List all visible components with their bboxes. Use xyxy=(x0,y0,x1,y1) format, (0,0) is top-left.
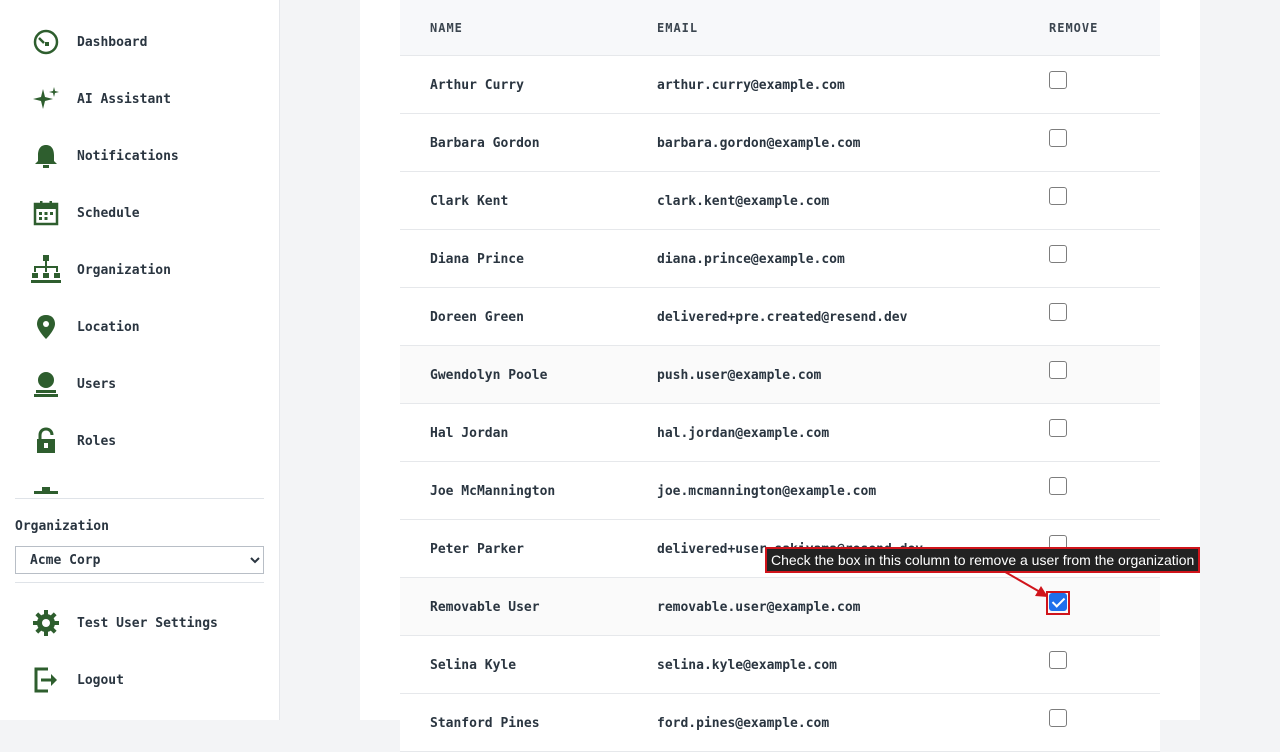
table-row: Selina Kyle selina.kyle@example.com xyxy=(400,636,1160,694)
lock-icon xyxy=(30,425,62,457)
user-name: Joe McMannington xyxy=(430,484,556,499)
sidebar-item-ai-assistant[interactable]: AI Assistant xyxy=(30,79,171,119)
sidebar-item-label: Logout xyxy=(77,672,124,688)
user-name: Selina Kyle xyxy=(430,658,517,673)
dashboard-icon xyxy=(30,26,62,58)
user-email: arthur.curry@example.com xyxy=(657,78,845,93)
remove-checkbox[interactable] xyxy=(1049,71,1067,89)
bell-icon xyxy=(30,140,62,172)
remove-checkbox[interactable] xyxy=(1049,709,1067,727)
user-email: ford.pines@example.com xyxy=(657,716,830,731)
user-name: Barbara Gordon xyxy=(430,136,540,151)
sidebar-item-label: AI Assistant xyxy=(77,91,171,107)
user-name: Doreen Green xyxy=(430,310,524,325)
calendar-icon xyxy=(30,197,62,229)
partial-nav-icon xyxy=(34,486,58,494)
remove-checkbox[interactable] xyxy=(1049,245,1067,263)
divider xyxy=(15,582,264,583)
remove-checkbox[interactable] xyxy=(1049,129,1067,147)
sidebar: Dashboard AI Assistant Notifications Sch… xyxy=(0,0,280,720)
user-email: hal.jordan@example.com xyxy=(657,426,830,441)
gear-icon xyxy=(30,607,62,639)
sidebar-item-location[interactable]: Location xyxy=(30,307,140,347)
sidebar-item-label: Test User Settings xyxy=(77,615,218,631)
user-email: removable.user@example.com xyxy=(657,600,861,615)
organization-label: Organization xyxy=(15,519,109,534)
sidebar-item-roles[interactable]: Roles xyxy=(30,421,116,461)
table-row: Arthur Curry arthur.curry@example.com xyxy=(400,56,1160,114)
sidebar-item-dashboard[interactable]: Dashboard xyxy=(30,22,147,62)
sidebar-item-label: Notifications xyxy=(77,148,179,164)
remove-checkbox[interactable] xyxy=(1049,303,1067,321)
user-name: Clark Kent xyxy=(430,194,509,209)
sidebar-item-label: Users xyxy=(77,376,117,392)
table-row: Barbara Gordon barbara.gordon@example.co… xyxy=(400,114,1160,172)
user-icon xyxy=(30,368,62,400)
table-row: Hal Jordan hal.jordan@example.com xyxy=(400,404,1160,462)
sidebar-item-label: Organization xyxy=(77,262,171,278)
annotation-highlight-box xyxy=(1046,591,1070,615)
table-row: Diana Prince diana.prince@example.com xyxy=(400,230,1160,288)
column-header-name: NAME xyxy=(430,21,463,35)
user-name: Arthur Curry xyxy=(430,78,524,93)
user-name: Diana Prince xyxy=(430,252,524,267)
sparkle-icon xyxy=(30,83,62,115)
sidebar-item-label: Roles xyxy=(77,433,117,449)
user-name: Gwendolyn Poole xyxy=(430,368,548,383)
sidebar-item-users[interactable]: Users xyxy=(30,364,116,404)
user-email: selina.kyle@example.com xyxy=(657,658,838,673)
table-row: Stanford Pines ford.pines@example.com xyxy=(400,694,1160,752)
user-email: joe.mcmannington@example.com xyxy=(657,484,877,499)
column-header-remove: REMOVE xyxy=(1049,21,1099,35)
sidebar-item-schedule[interactable]: Schedule xyxy=(30,193,140,233)
table-row: Clark Kent clark.kent@example.com xyxy=(400,172,1160,230)
table-row: Gwendolyn Poole push.user@example.com xyxy=(400,346,1160,404)
map-pin-icon xyxy=(30,311,62,343)
organization-select[interactable]: Acme Corp xyxy=(15,546,264,574)
remove-checkbox[interactable] xyxy=(1049,651,1067,669)
remove-checkbox[interactable] xyxy=(1049,187,1067,205)
annotation-tooltip: Check the box in this column to remove a… xyxy=(765,547,1201,573)
remove-checkbox[interactable] xyxy=(1049,361,1067,379)
user-name: Removable User xyxy=(430,600,540,615)
user-email: clark.kent@example.com xyxy=(657,194,830,209)
sidebar-item-label: Dashboard xyxy=(77,34,148,50)
table-row: Joe McMannington joe.mcmannington@exampl… xyxy=(400,462,1160,520)
table-header: NAME EMAIL REMOVE xyxy=(400,0,1160,56)
divider xyxy=(15,498,264,499)
user-email: diana.prince@example.com xyxy=(657,252,845,267)
remove-checkbox[interactable] xyxy=(1049,419,1067,437)
remove-checkbox[interactable] xyxy=(1049,477,1067,495)
user-email: push.user@example.com xyxy=(657,368,822,383)
logout-icon xyxy=(30,664,62,696)
user-name: Peter Parker xyxy=(430,542,524,557)
sidebar-item-organization[interactable]: Organization xyxy=(30,250,171,290)
table-row: Doreen Green delivered+pre.created@resen… xyxy=(400,288,1160,346)
org-chart-icon xyxy=(30,254,62,286)
sidebar-item-logout[interactable]: Logout xyxy=(30,660,124,700)
user-name: Stanford Pines xyxy=(430,716,540,731)
sidebar-item-test-user-settings[interactable]: Test User Settings xyxy=(30,603,218,643)
column-header-email: EMAIL xyxy=(657,21,699,35)
sidebar-item-label: Location xyxy=(77,319,140,335)
user-email: barbara.gordon@example.com xyxy=(657,136,861,151)
sidebar-item-notifications[interactable]: Notifications xyxy=(30,136,179,176)
user-email: delivered+pre.created@resend.dev xyxy=(657,310,908,325)
sidebar-item-label: Schedule xyxy=(77,205,140,221)
user-name: Hal Jordan xyxy=(430,426,509,441)
